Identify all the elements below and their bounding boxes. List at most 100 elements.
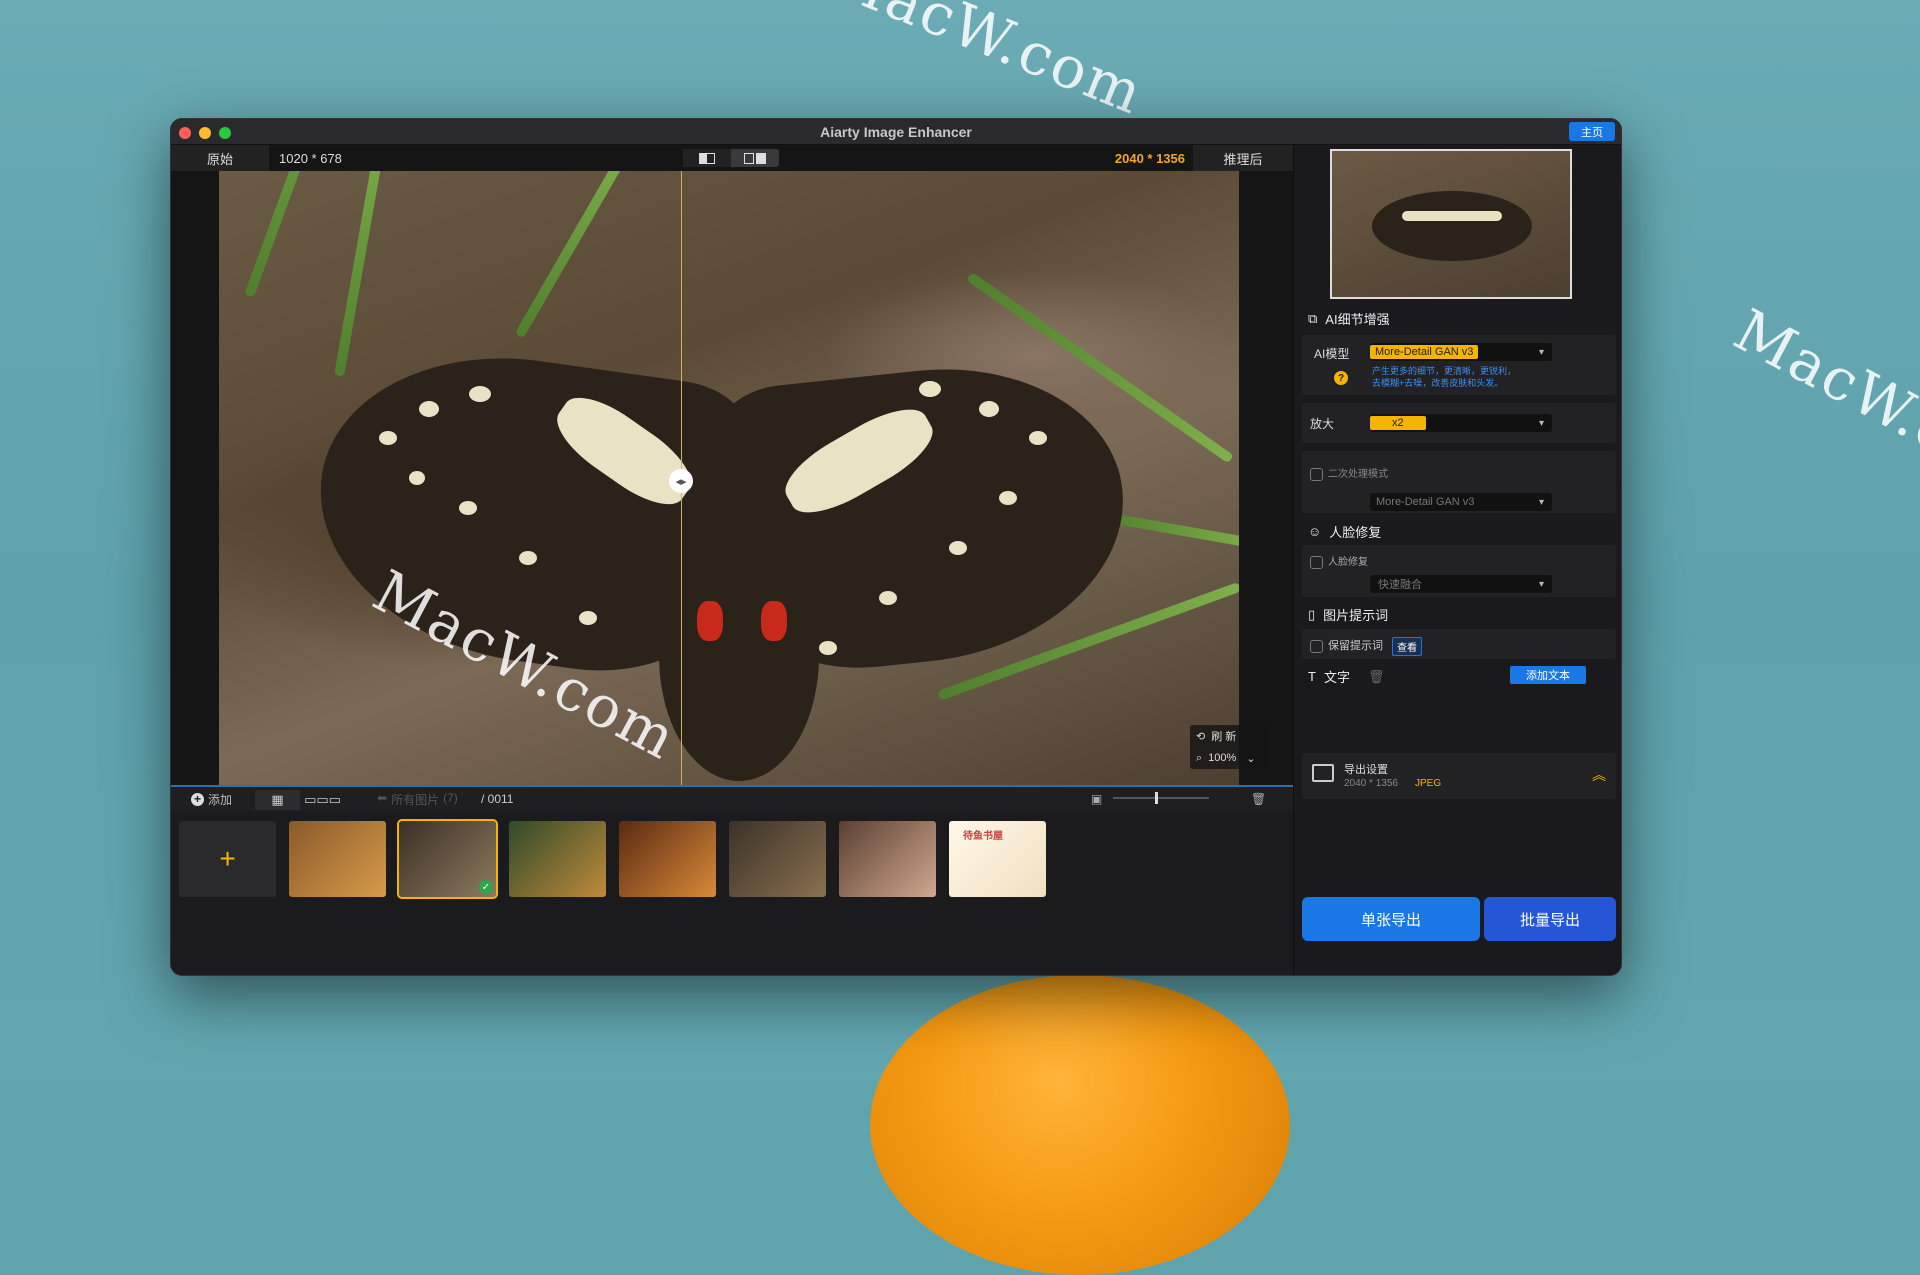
- gallery-view-toggle: ▦ ▭▭▭: [255, 790, 345, 810]
- text-header: T 文字 🗑: [1308, 668, 1385, 686]
- face-header: ☺ 人脸修复: [1308, 524, 1382, 540]
- image-index: / 0011: [481, 792, 514, 806]
- export-settings-size: 2040 * 1356: [1344, 778, 1398, 789]
- chevron-down-icon: ▾: [1538, 346, 1544, 358]
- all-images-filter[interactable]: ⬅ 所有图片 (7): [377, 791, 458, 808]
- ai-enhance-header: ⧉ AI细节增强: [1308, 310, 1390, 328]
- thumbnail-tiger[interactable]: [289, 821, 386, 897]
- wing-spot: [819, 641, 837, 655]
- title-bar: Aiarty Image Enhancer 主页: [171, 119, 1621, 145]
- settings-panel: ⧉ AI细节增强 AI模型 More-Detail GAN v3 ▾ 产生更多的细节…: [1293, 145, 1621, 975]
- chevron-down-icon: ▾: [1538, 496, 1544, 508]
- side-by-side-icon: [744, 152, 766, 164]
- wing-spot: [579, 611, 597, 625]
- zoom-window-button[interactable]: [219, 127, 231, 139]
- scale-label: 放大: [1310, 417, 1335, 431]
- prompt-box: 保留提示词 查看: [1302, 629, 1616, 659]
- wing-spot: [419, 401, 439, 417]
- thumbnail-jar-plant[interactable]: [509, 821, 606, 897]
- second-pass-checkbox[interactable]: [1310, 467, 1323, 481]
- thumbnail-size-knob[interactable]: [1155, 792, 1158, 804]
- add-image-button[interactable]: + 添加: [191, 791, 232, 808]
- compare-bar: 原始 1020 * 678 2040 * 1356 推理后: [171, 145, 1293, 171]
- ai-model-label: AI模型: [1314, 347, 1350, 361]
- wing-spot: [879, 591, 897, 605]
- plus-icon: +: [219, 843, 236, 874]
- export-settings-box[interactable]: 导出设置 2040 * 1356 JPEG ︽: [1302, 753, 1616, 799]
- scale-box: 放大 x2 ▾: [1302, 403, 1616, 443]
- close-window-button[interactable]: [179, 127, 191, 139]
- batch-export-button[interactable]: 批量导出: [1484, 897, 1616, 941]
- wing-spot: [519, 551, 537, 565]
- keep-prompt-checkbox[interactable]: [1310, 639, 1323, 653]
- export-settings-title: 导出设置: [1344, 764, 1388, 776]
- refresh-icon: ⟲: [1196, 730, 1206, 743]
- thumbnail-burger[interactable]: [619, 821, 716, 897]
- chevron-up-icon[interactable]: ︽: [1592, 765, 1606, 785]
- add-text-button[interactable]: 添加文本: [1510, 666, 1586, 684]
- thumbnail-bear-sticker[interactable]: 待鱼书屋: [949, 821, 1046, 897]
- after-label[interactable]: 推理后: [1193, 145, 1293, 171]
- face-icon: ☺: [1308, 524, 1322, 539]
- zoom-select[interactable]: ⌕ 100% ⌄: [1190, 747, 1270, 769]
- lower-wing: [659, 531, 819, 781]
- thumbnail-butterfly[interactable]: ✓: [397, 819, 498, 899]
- gallery-toolbar: + 添加 ▦ ▭▭▭ ⬅ 所有图片 (7) / 0011 ▣ 🗑: [171, 785, 1293, 811]
- face-mode-select[interactable]: 快速融合 ▾: [1370, 575, 1552, 593]
- image-canvas[interactable]: MacW.com ◂▸ ⟲ 刷 新 ⌕ 100% ⌄: [171, 171, 1293, 785]
- strip-view-button[interactable]: ▭▭▭: [300, 790, 345, 810]
- trash-icon[interactable]: 🗑: [1251, 792, 1266, 806]
- trash-icon[interactable]: 🗑: [1368, 669, 1385, 685]
- grass-blade: [334, 171, 390, 377]
- orange-fruit: [870, 975, 1290, 1275]
- arrow-left-icon: ⬅: [377, 790, 388, 805]
- enhance-icon: ⧉: [1308, 310, 1318, 326]
- second-pass-box: 二次处理模式 More-Detail GAN v3 ▾: [1302, 451, 1616, 513]
- thumbnail-woman-portrait[interactable]: [839, 821, 936, 897]
- wing-spot: [949, 541, 967, 555]
- refresh-button[interactable]: ⟲ 刷 新: [1190, 725, 1270, 747]
- second-pass-select[interactable]: More-Detail GAN v3 ▾: [1370, 493, 1552, 511]
- wing-spot: [979, 401, 999, 417]
- preview-butterfly: [1372, 191, 1532, 261]
- butterfly-photo: MacW.com: [219, 171, 1239, 785]
- thumbnail-strip: + ✓ 待鱼书屋: [171, 811, 1293, 975]
- view-prompt-button[interactable]: 查看: [1392, 637, 1422, 656]
- second-pass-label: 二次处理模式: [1310, 465, 1388, 481]
- before-label[interactable]: 原始: [171, 145, 269, 171]
- zoom-control: ⟲ 刷 新 ⌕ 100% ⌄: [1190, 725, 1270, 769]
- thumbnail-size-slider[interactable]: [1113, 797, 1209, 799]
- ai-model-select[interactable]: More-Detail GAN v3 ▾: [1370, 343, 1552, 361]
- side-by-side-view-button[interactable]: [731, 149, 779, 167]
- strip-icon: ▭▭▭: [304, 792, 341, 807]
- chevron-down-icon: ▾: [1538, 578, 1544, 590]
- single-export-button[interactable]: 单张导出: [1302, 897, 1480, 941]
- ai-model-box: AI模型 More-Detail GAN v3 ▾ 产生更多的细节，更清晰，更锐利…: [1302, 335, 1616, 395]
- export-settings-icon: [1312, 764, 1334, 782]
- split-view-icon: [699, 152, 715, 164]
- split-view-button[interactable]: [683, 149, 731, 167]
- zoom-icon: ⌕: [1196, 751, 1203, 764]
- scale-select[interactable]: x2 ▾: [1370, 414, 1552, 432]
- prompt-header: ▯ 图片提示词: [1308, 606, 1389, 624]
- grid-view-button[interactable]: ▦: [255, 790, 300, 810]
- before-size: 1020 * 678: [279, 150, 342, 166]
- text-icon: T: [1308, 669, 1316, 684]
- add-thumbnail-button[interactable]: +: [179, 821, 276, 897]
- grass-blade: [244, 171, 357, 298]
- face-checkbox[interactable]: [1310, 555, 1323, 569]
- ai-model-desc-2: 去模糊+去噪，改善皮肤和头发。: [1372, 378, 1504, 388]
- app-window: Aiarty Image Enhancer 主页 原始 1020 * 678 2…: [170, 118, 1622, 976]
- thumbnail-dog-steampunk[interactable]: [729, 821, 826, 897]
- red-eyespot-left: [697, 601, 723, 641]
- export-settings-format: JPEG: [1415, 778, 1442, 789]
- help-icon[interactable]: ?: [1334, 371, 1348, 385]
- drag-arrows-icon: ◂▸: [675, 475, 687, 488]
- preview-band: [1402, 211, 1502, 221]
- compare-split-handle[interactable]: ◂▸: [669, 469, 693, 493]
- navigator-preview[interactable]: [1330, 149, 1572, 299]
- wing-spot: [459, 501, 477, 515]
- minimize-window-button[interactable]: [199, 127, 211, 139]
- home-button[interactable]: 主页: [1569, 122, 1615, 141]
- wing-spot: [409, 471, 425, 485]
